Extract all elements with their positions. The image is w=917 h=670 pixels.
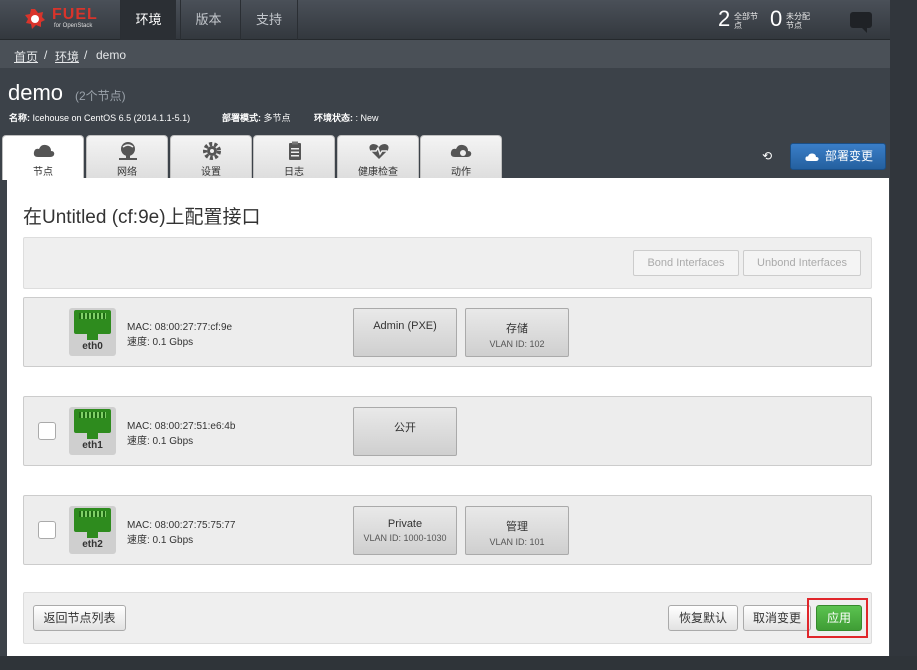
interface-info: MAC: 08:00:27:51:e6:4b 速度: 0.1 Gbps [127,419,235,449]
stat-total-label: 全部节点 [734,12,758,30]
tab-network[interactable]: 网络 [86,135,168,178]
interface-name: eth0 [82,341,103,352]
stat-total-number: 2 [718,6,731,31]
back-to-node-list-button[interactable]: 返回节点列表 [33,605,126,631]
tab-label: 日志 [284,167,304,178]
ethernet-port-icon [74,310,111,340]
tab-label: 健康检查 [358,167,398,178]
notifications-icon[interactable] [850,12,872,33]
network-name: Admin (PXE) [373,320,437,332]
breadcrumb [0,40,890,68]
interface-info: MAC: 08:00:27:75:75:77 速度: 0.1 Gbps [127,518,235,548]
interface-row-eth1: eth1 MAC: 08:00:27:51:e6:4b 速度: 0.1 Gbps… [23,396,872,466]
restore-defaults-button[interactable]: 恢复默认 [668,605,738,631]
meta-name-label: 名称: [9,113,30,123]
meta-mode-value: 多节点 [263,113,291,123]
panel-title: 在Untitled (cf:9e)上配置接口 [23,207,261,228]
port-eth2: eth2 [69,506,116,554]
network-vlan: VLAN ID: 1000-1030 [363,533,447,543]
meta-status-label: 环境状态: [314,113,353,123]
network-name: 管理 [506,521,528,533]
stat-unallocated-label: 未分配节点 [786,12,810,30]
ethernet-port-icon [74,409,111,439]
interface-name: eth2 [82,539,103,550]
port-eth1: eth1 [69,407,116,455]
meta-status-value: : New [355,113,379,123]
page-edge [890,0,917,670]
network-admin-pxe[interactable]: Admin (PXE) [353,308,457,357]
port-eth0: eth0 [69,308,116,356]
interface-speed: 速度: 0.1 Gbps [127,535,194,546]
interface-row-eth0: eth0 MAC: 08:00:27:77:cf:9e 速度: 0.1 Gbps… [23,297,872,367]
network-vlan: VLAN ID: 102 [489,339,545,349]
network-management[interactable]: 管理 VLAN ID: 101 [465,506,569,555]
clipboard-icon [289,141,301,160]
network-name: 公开 [394,422,416,434]
cancel-changes-button[interactable]: 取消变更 [743,605,811,631]
nav-tab-releases[interactable]: 版本 [180,0,236,40]
network-name: Private [387,518,423,530]
bond-interfaces-button[interactable]: Bond Interfaces [633,250,739,276]
interface-speed: 速度: 0.1 Gbps [127,436,194,447]
cloud-icon [33,144,55,157]
interface-checkbox[interactable] [38,422,56,440]
network-icon [119,142,137,160]
network-name: 存储 [506,323,528,335]
tab-label: 设置 [201,167,221,178]
ethernet-port-icon [74,508,111,538]
deploy-changes-button[interactable]: 部署变更 [790,143,886,170]
interface-checkbox[interactable] [38,521,56,539]
meta-name-value: Icehouse on CentOS 6.5 (2014.1.1-5.1) [32,113,191,123]
gear-icon [203,142,221,160]
tab-nodes[interactable]: 节点 [2,135,84,180]
interface-info: MAC: 08:00:27:77:cf:9e 速度: 0.1 Gbps [127,320,232,350]
unbond-interfaces-button[interactable]: Unbond Interfaces [743,250,861,276]
apply-button[interactable]: 应用 [816,605,862,631]
env-meta-status: 环境状态: : New [314,111,379,124]
deploy-label: 部署变更 [825,149,874,163]
breadcrumb-current: demo [96,48,127,62]
interface-row-eth2: eth2 MAC: 08:00:27:75:75:77 速度: 0.1 Gbps… [23,495,872,565]
breadcrumb-environments[interactable]: 环境 [55,48,79,65]
tab-health-check[interactable]: 健康检查 [337,135,419,178]
env-meta-name: 名称: Icehouse on CentOS 6.5 (2014.1.1-5.1… [9,111,190,124]
network-vlan: VLAN ID: 101 [489,537,545,547]
meta-mode-label: 部署模式: [222,113,261,123]
tab-actions[interactable]: 动作 [420,135,502,178]
nav-tab-environments[interactable]: 环境 [120,0,176,40]
tab-label: 动作 [451,167,471,178]
brand-subtitle: for OpenStack [54,23,93,29]
interface-mac: MAC: 08:00:27:51:e6:4b [127,421,236,432]
brand-name: FUEL [52,6,98,23]
breadcrumb-home[interactable]: 首页 [14,48,38,65]
cloud-upload-icon [805,153,819,161]
heart-icon [369,144,389,159]
tab-settings[interactable]: 设置 [170,135,252,178]
cloud-gear-icon [450,144,472,157]
tab-logs[interactable]: 日志 [253,135,335,178]
breadcrumb-separator: / [44,48,48,62]
fuel-logo[interactable]: FUEL for OpenStack [18,6,106,34]
interface-mac: MAC: 08:00:27:75:75:77 [127,520,236,531]
history-icon[interactable]: ⟲ [762,149,772,163]
interface-name: eth1 [82,440,103,451]
network-public[interactable]: 公开 [353,407,457,456]
interface-mac: MAC: 08:00:27:77:cf:9e [127,322,233,333]
network-storage[interactable]: 存储 VLAN ID: 102 [465,308,569,357]
fuel-logo-icon [25,9,45,29]
network-private[interactable]: Private VLAN ID: 1000-1030 [353,506,457,555]
stat-unallocated-number: 0 [770,6,783,31]
node-count: (2个节点) [75,89,126,103]
breadcrumb-separator: / [84,48,88,62]
nav-tab-support[interactable]: 支持 [240,0,298,40]
env-meta-mode: 部署模式: 多节点 [222,111,291,124]
page-bottom-edge [0,656,917,670]
tab-label: 节点 [33,167,53,178]
interface-speed: 速度: 0.1 Gbps [127,337,194,348]
page-title: demo [8,80,64,105]
top-navbar: FUEL for OpenStack 环境 版本 支持 2 全部节点 0 未分配… [0,0,890,40]
tab-label: 网络 [117,167,137,178]
